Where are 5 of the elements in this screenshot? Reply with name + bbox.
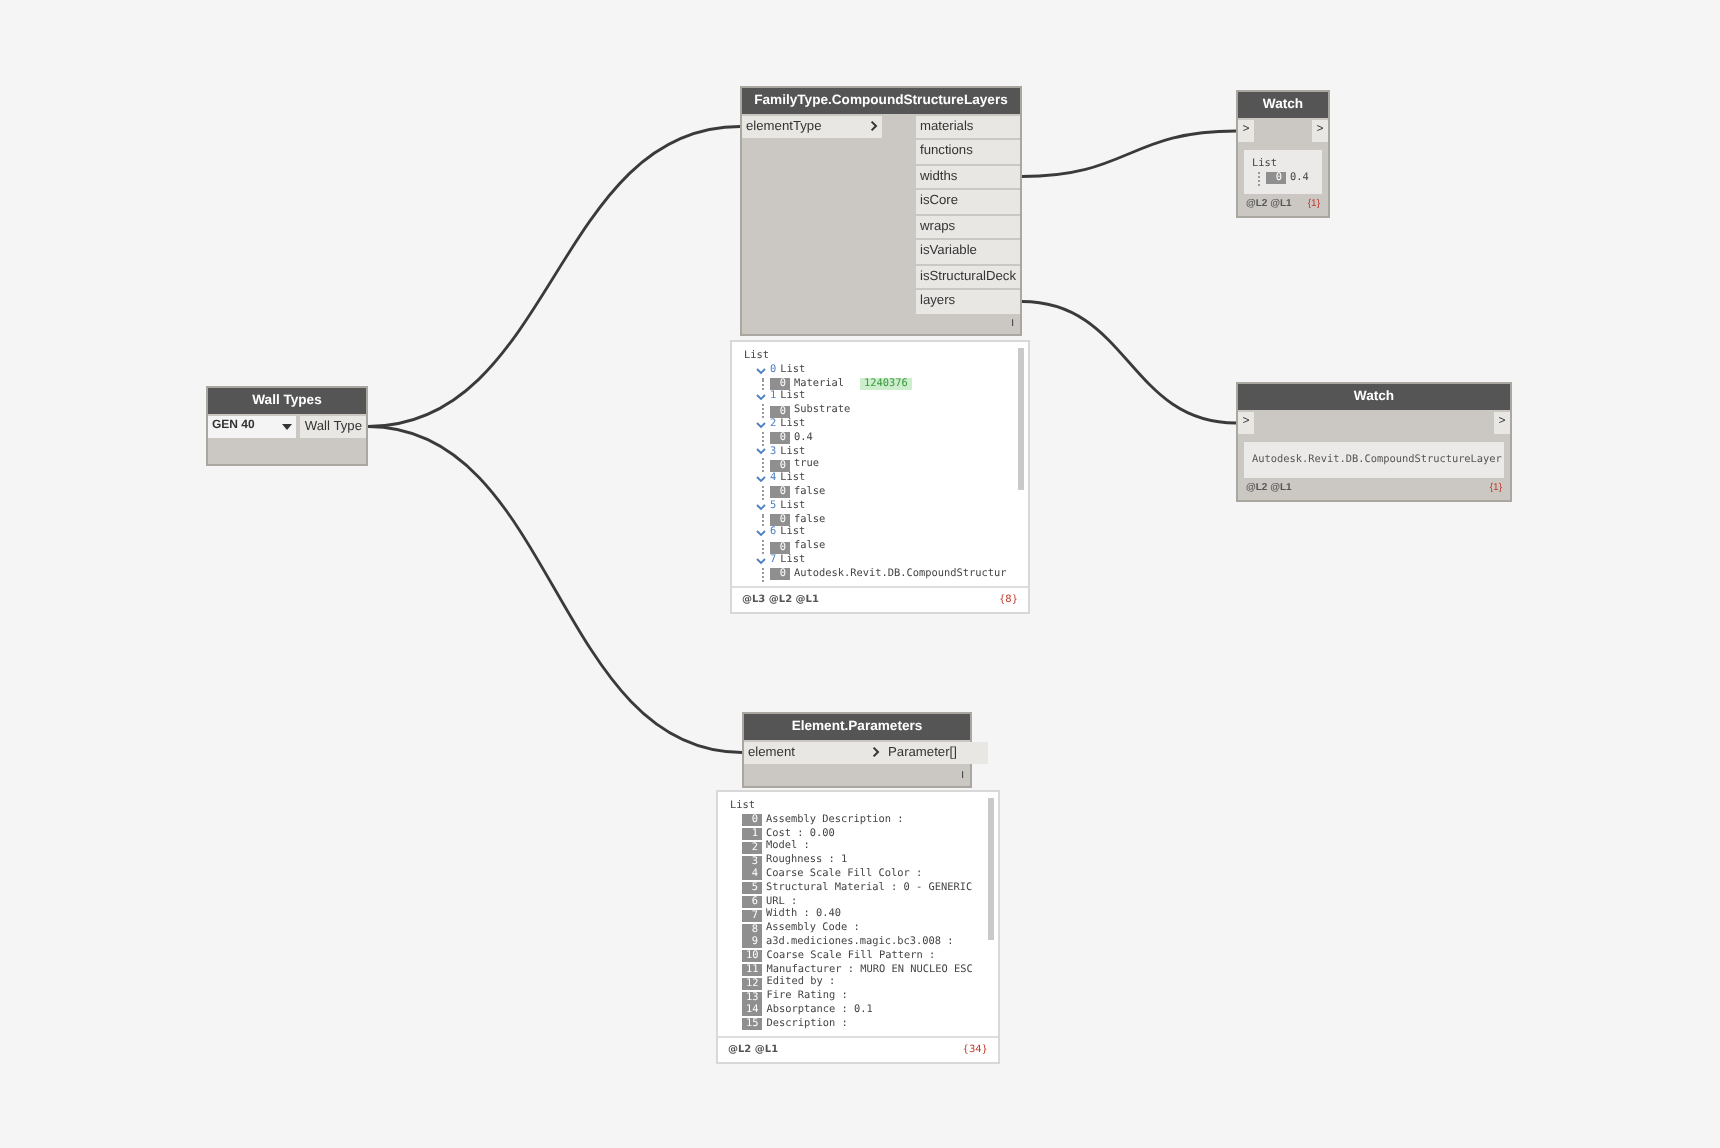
chevron-icon <box>870 120 878 133</box>
caret-icon <box>282 423 292 430</box>
scrollbar[interactable] <box>988 798 994 940</box>
scrollbar[interactable] <box>1018 348 1024 490</box>
chevron-icon <box>872 746 880 759</box>
